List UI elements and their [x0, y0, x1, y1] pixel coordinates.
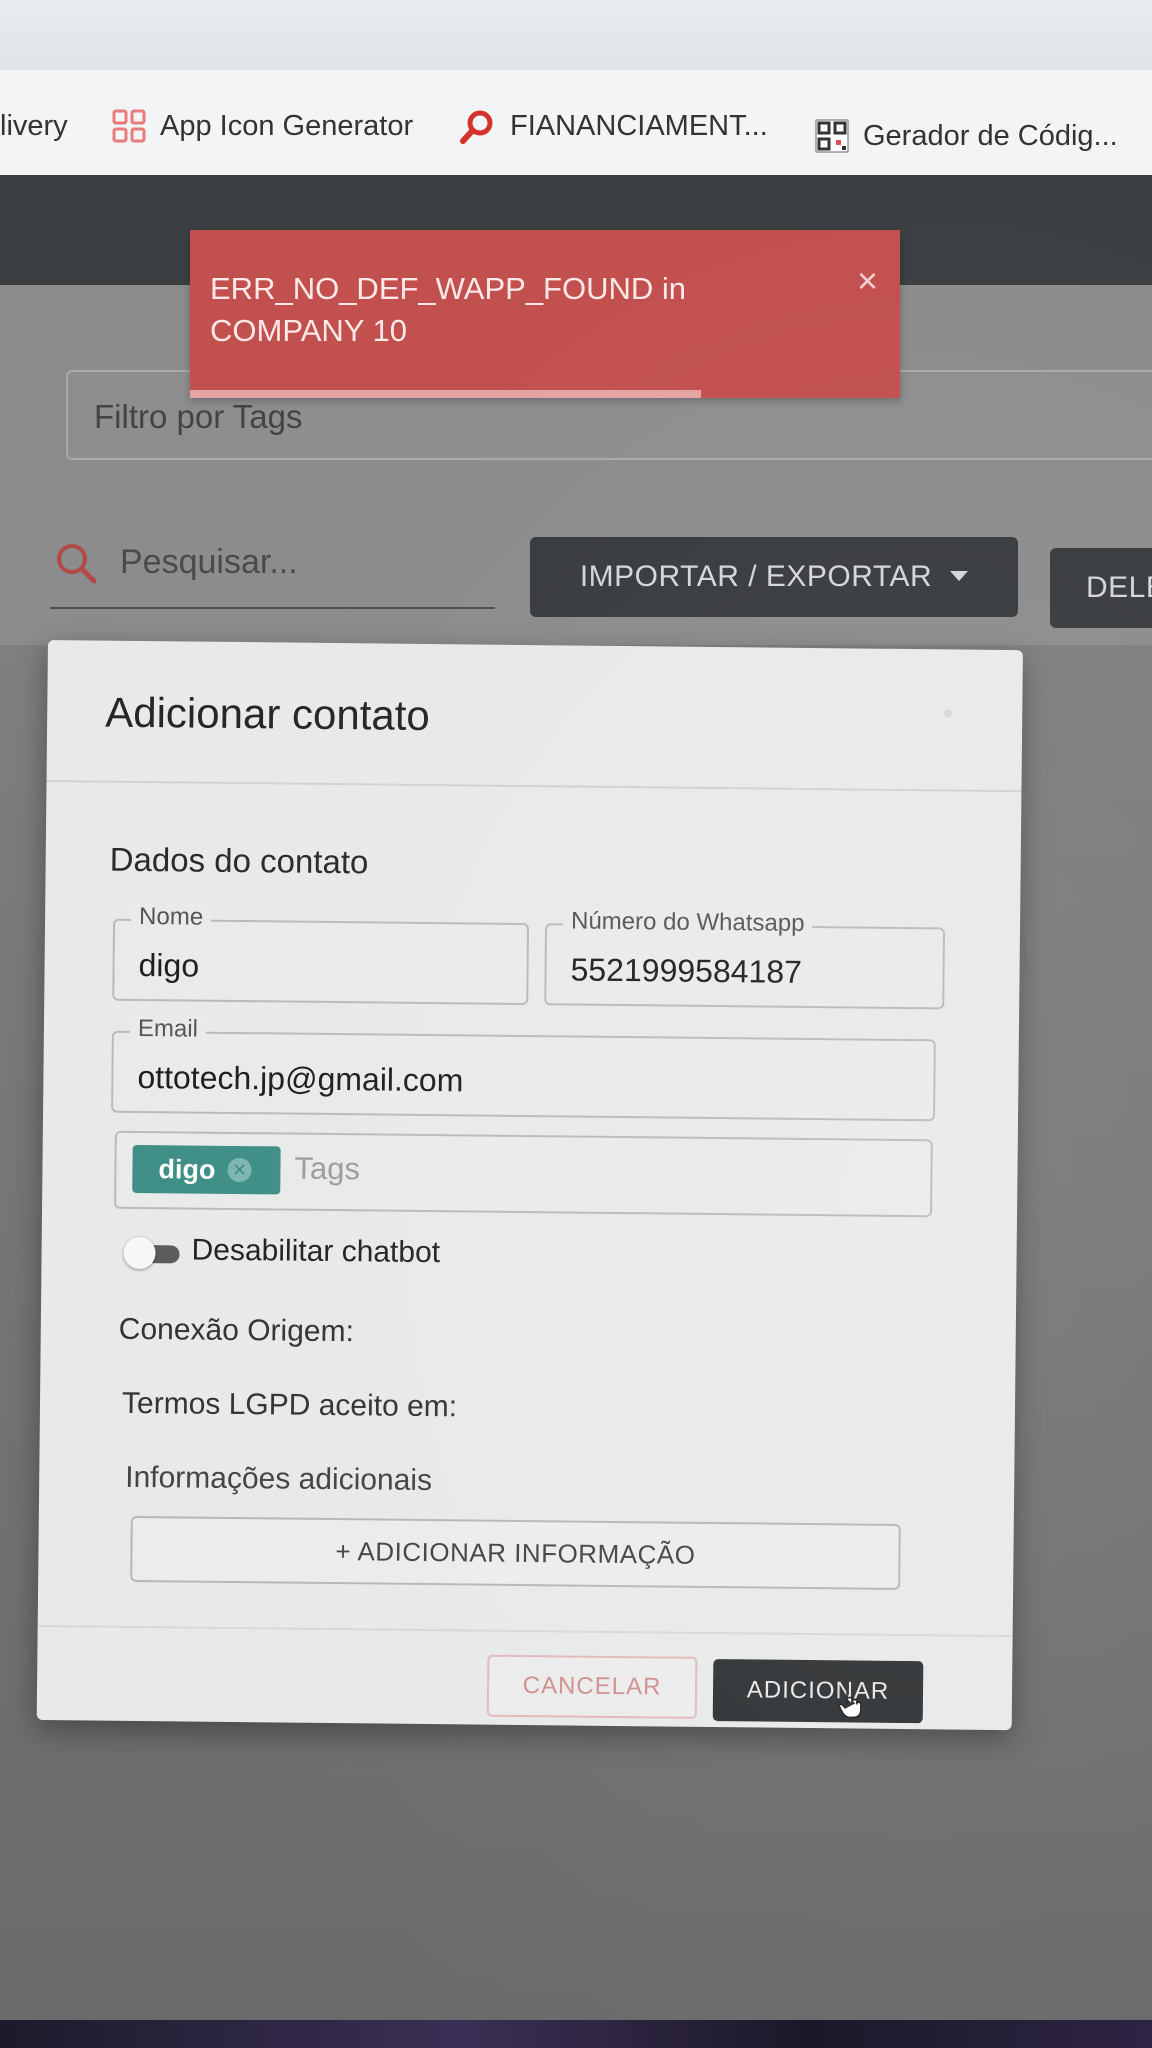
search-brand-icon	[460, 108, 496, 144]
browser-tab-strip	[0, 0, 1152, 70]
add-contact-dialog: Adicionar contato Dados do contato Nome …	[36, 640, 1023, 1731]
error-toast: ERR_NO_DEF_WAPP_FOUND in COMPANY 10 ×	[190, 230, 900, 398]
dialog-footer-divider	[37, 1624, 1013, 1638]
toast-progress-bar	[190, 390, 702, 398]
grid-icon	[112, 109, 146, 143]
origin-connection-label: Conexão Origem:	[118, 1312, 355, 1349]
email-field[interactable]: Email ottotech.jp@gmail.com	[111, 1014, 936, 1122]
tags-placeholder: Tags	[294, 1150, 361, 1187]
switch-knob	[123, 1236, 156, 1270]
import-export-label: IMPORTAR / EXPORTAR	[579, 560, 933, 593]
whatsapp-field-value: 5521999584187	[570, 951, 803, 990]
chip-remove-icon[interactable]: ✕	[227, 1157, 252, 1183]
caret-down-icon	[950, 571, 969, 583]
bookmark-label: Gerador de Códig...	[863, 119, 1118, 152]
disable-chatbot-switch[interactable]	[123, 1236, 181, 1270]
delete-button[interactable]: DELE	[1050, 548, 1152, 628]
cancel-button[interactable]: CANCELAR	[486, 1654, 698, 1719]
tag-chip-label: digo	[158, 1153, 216, 1185]
bookmark-label: livery	[0, 109, 68, 142]
dialog-close-dot[interactable]	[944, 709, 953, 718]
bookmark-label: FIANANCIAMENT...	[510, 109, 768, 142]
bookmark-delivery[interactable]: livery	[0, 104, 68, 148]
name-field-label: Nome	[130, 902, 212, 932]
import-export-button[interactable]: IMPORTAR / EXPORTAR	[530, 537, 1018, 617]
bookmark-label: App Icon Generator	[160, 109, 414, 142]
section-title: Dados do contato	[109, 840, 369, 881]
delete-label: DELE	[1086, 571, 1152, 604]
lgpd-terms-label: Termos LGPD aceito em:	[121, 1386, 458, 1424]
add-button[interactable]: ADICIONAR	[712, 1659, 924, 1725]
email-field-label: Email	[129, 1014, 207, 1044]
name-field[interactable]: Nome digo	[112, 902, 530, 1006]
monitor-bottom-edge	[0, 2020, 1152, 2048]
search-icon	[54, 541, 98, 590]
hand-cursor-icon	[838, 1690, 863, 1725]
dialog-title: Adicionar contato	[105, 688, 431, 740]
tags-field[interactable]: digo ✕ Tags	[114, 1130, 933, 1218]
whatsapp-field-label: Número do Whatsapp	[562, 907, 813, 939]
qr-code-icon	[815, 119, 849, 153]
tags-filter-placeholder: Filtro por Tags	[94, 398, 303, 435]
close-icon[interactable]: ×	[857, 260, 878, 302]
search-input[interactable]: Pesquisar...	[50, 535, 495, 609]
bookmark-gerador-codigo[interactable]: Gerador de Códig...	[815, 114, 1118, 158]
bookmarks-bar: livery App Icon Generator FIANANCIAMENT.…	[0, 70, 1152, 181]
bookmark-financiamento[interactable]: FIANANCIAMENT...	[460, 104, 768, 148]
additional-info-label: Informações adicionais	[125, 1460, 433, 1498]
add-information-button[interactable]: + ADICIONAR INFORMAÇÃO	[130, 1515, 901, 1590]
tag-chip: digo ✕	[132, 1144, 281, 1195]
screen: livery App Icon Generator FIANANCIAMENT.…	[0, 0, 1152, 2020]
toast-message-line-2: COMPANY 10	[210, 313, 407, 348]
email-field-value: ottotech.jp@gmail.com	[137, 1058, 464, 1099]
dialog-header-divider	[46, 779, 1022, 793]
name-field-value: digo	[138, 946, 200, 984]
bookmark-app-icon-generator[interactable]: App Icon Generator	[112, 104, 413, 148]
add-button-label: ADICIONAR	[746, 1676, 890, 1705]
search-placeholder: Pesquisar...	[120, 543, 298, 581]
toast-message-line-1: ERR_NO_DEF_WAPP_FOUND in	[210, 271, 687, 306]
disable-chatbot-label: Desabilitar chatbot	[191, 1233, 441, 1270]
whatsapp-number-field[interactable]: Número do Whatsapp 5521999584187	[544, 907, 946, 1010]
